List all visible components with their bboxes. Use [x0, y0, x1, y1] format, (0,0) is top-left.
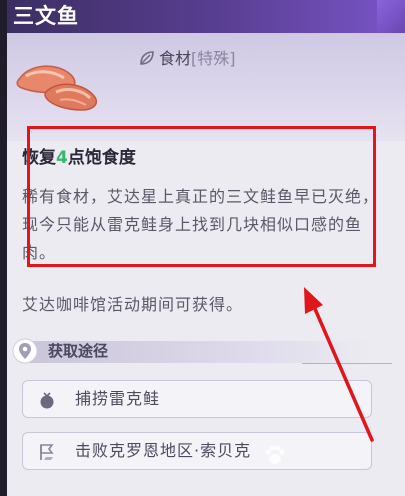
left-edge — [0, 0, 7, 496]
source-section-header: 获取途径 — [12, 338, 392, 365]
map-marker-icon — [40, 444, 54, 460]
item-category: 食材[特殊] — [138, 48, 236, 70]
item-title: 三文鱼 — [13, 4, 79, 28]
source-defeat-label: 击败克罗恩地区·索贝克 — [75, 441, 252, 460]
annotation-highlight-box — [27, 126, 376, 267]
category-label: 食材 — [159, 49, 192, 68]
source-header-label: 获取途径 — [48, 342, 109, 360]
item-detail-panel: 三文鱼 食材[特殊] 恢复4点饱食度 稀有食材，艾达星上真正的三文鲑鱼早已灭绝，… — [0, 0, 405, 496]
category-tag: [特殊] — [191, 49, 236, 68]
source-defeat-button[interactable]: 击败克罗恩地区·索贝克 — [22, 432, 372, 470]
source-fishing-label: 捕捞雷克鲑 — [75, 389, 161, 408]
leaf-icon — [140, 51, 154, 65]
source-header-divider — [302, 363, 392, 364]
header-accent — [377, 0, 405, 33]
watermark-paw-icon — [265, 445, 285, 464]
event-note: 艾达咖啡馆活动期间可获得。 — [22, 295, 244, 314]
title-bar: 三文鱼 — [7, 0, 405, 33]
location-pin-icon — [12, 338, 38, 364]
source-fishing-button[interactable]: 捕捞雷克鲑 — [22, 380, 372, 418]
fish-bag-icon — [40, 392, 54, 409]
salmon-meat-icon — [16, 65, 98, 111]
